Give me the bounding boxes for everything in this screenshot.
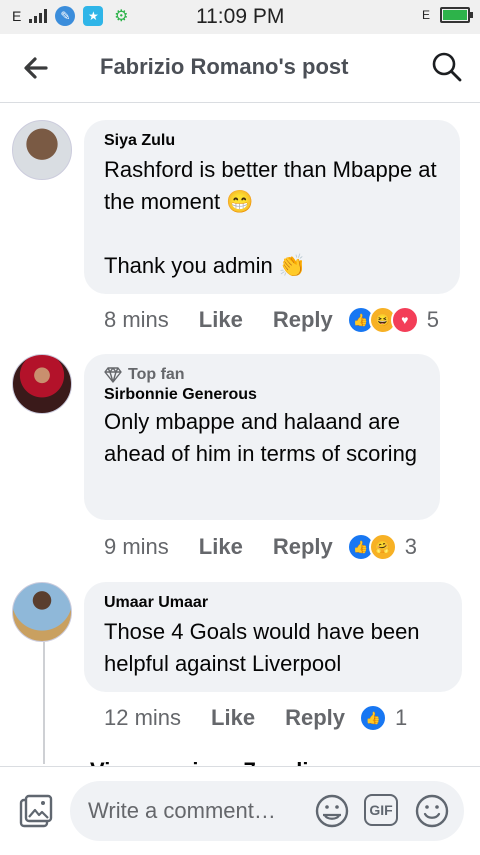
store-icon: ★ — [83, 6, 104, 26]
like-button[interactable]: Like — [211, 705, 255, 731]
status-right: E — [421, 7, 473, 23]
gif-label: GIF — [369, 802, 393, 818]
status-left: E ✎ ★ ⚙ — [12, 6, 131, 26]
avatar[interactable] — [12, 582, 72, 642]
clock: 11:09 PM — [196, 5, 285, 28]
reaction-count: 5 — [426, 307, 439, 332]
gif-icon[interactable]: GIF — [364, 794, 398, 826]
network-type-right: E — [421, 8, 430, 22]
search-icon[interactable] — [430, 50, 464, 84]
reactions-summary[interactable]: 👍 😆 ♥ 5 — [346, 306, 439, 334]
status-bar: E ✎ ★ ⚙ 11:09 PM E — [0, 0, 480, 34]
comment-text: Only mbappe and halaand are ahead of him… — [104, 409, 418, 466]
love-reaction-icon: ♥ — [390, 306, 419, 334]
avatar[interactable] — [12, 354, 72, 414]
reply-button[interactable]: Reply — [285, 705, 345, 731]
like-reaction-icon: 👍 — [359, 704, 387, 732]
reactions-summary[interactable]: 👍 1 — [359, 704, 407, 732]
thread-line — [43, 642, 45, 764]
reaction-count: 3 — [404, 534, 417, 559]
page-title: Fabrizio Romano's post — [100, 54, 349, 79]
comment-text: Those 4 Goals would have been helpful ag… — [104, 619, 420, 676]
comment-time[interactable]: 9 mins — [104, 534, 169, 560]
comment-input[interactable]: Write a comment… GIF — [70, 781, 464, 841]
app-notification-icon: ✎ — [55, 6, 76, 26]
comment-bubble: Siya Zulu Rashford is better than Mbappe… — [84, 120, 460, 294]
comment-time[interactable]: 8 mins — [104, 307, 169, 333]
battery-icon — [440, 7, 473, 23]
header: Fabrizio Romano's post — [0, 34, 480, 103]
comment-bubble: Top fan Sirbonnie Generous Only mbappe a… — [84, 354, 440, 520]
comment-author[interactable]: Sirbonnie Generous — [104, 386, 420, 404]
like-button[interactable]: Like — [199, 534, 243, 560]
sticker-icon[interactable] — [314, 793, 350, 829]
comment-actions: 12 mins Like Reply 👍 1 — [104, 704, 407, 732]
emoji-icon[interactable] — [414, 793, 450, 829]
like-button[interactable]: Like — [199, 307, 243, 333]
reaction-count: 1 — [395, 705, 408, 730]
reply-button[interactable]: Reply — [273, 307, 333, 333]
comment-composer: Write a comment… GIF — [0, 766, 480, 855]
top-fan-label: Top fan — [128, 366, 185, 383]
comment-text: Rashford is better than Mbappe at the mo… — [104, 157, 437, 278]
network-type: E — [12, 8, 22, 24]
reactions-summary[interactable]: 👍 🤗 3 — [346, 533, 417, 561]
comment-bubble: Umaar Umaar Those 4 Goals would have bee… — [84, 582, 462, 692]
comment-actions: 9 mins Like Reply 👍 🤗 3 — [104, 533, 417, 561]
photo-icon[interactable] — [18, 793, 54, 829]
care-reaction-icon: 🤗 — [368, 533, 397, 561]
reply-button[interactable]: Reply — [273, 534, 333, 560]
avatar[interactable] — [12, 120, 72, 180]
android-icon: ⚙ — [114, 8, 129, 25]
comment-placeholder: Write a comment… — [88, 798, 276, 823]
comment-author[interactable]: Siya Zulu — [104, 132, 440, 150]
diamond-icon — [104, 367, 122, 383]
back-arrow-icon[interactable] — [20, 52, 52, 84]
signal-icon — [29, 9, 48, 23]
comment-author[interactable]: Umaar Umaar — [104, 594, 442, 612]
top-fan-badge: Top fan — [104, 366, 420, 384]
comment-time[interactable]: 12 mins — [104, 705, 181, 731]
comment-actions: 8 mins Like Reply 👍 😆 ♥ 5 — [104, 306, 439, 334]
